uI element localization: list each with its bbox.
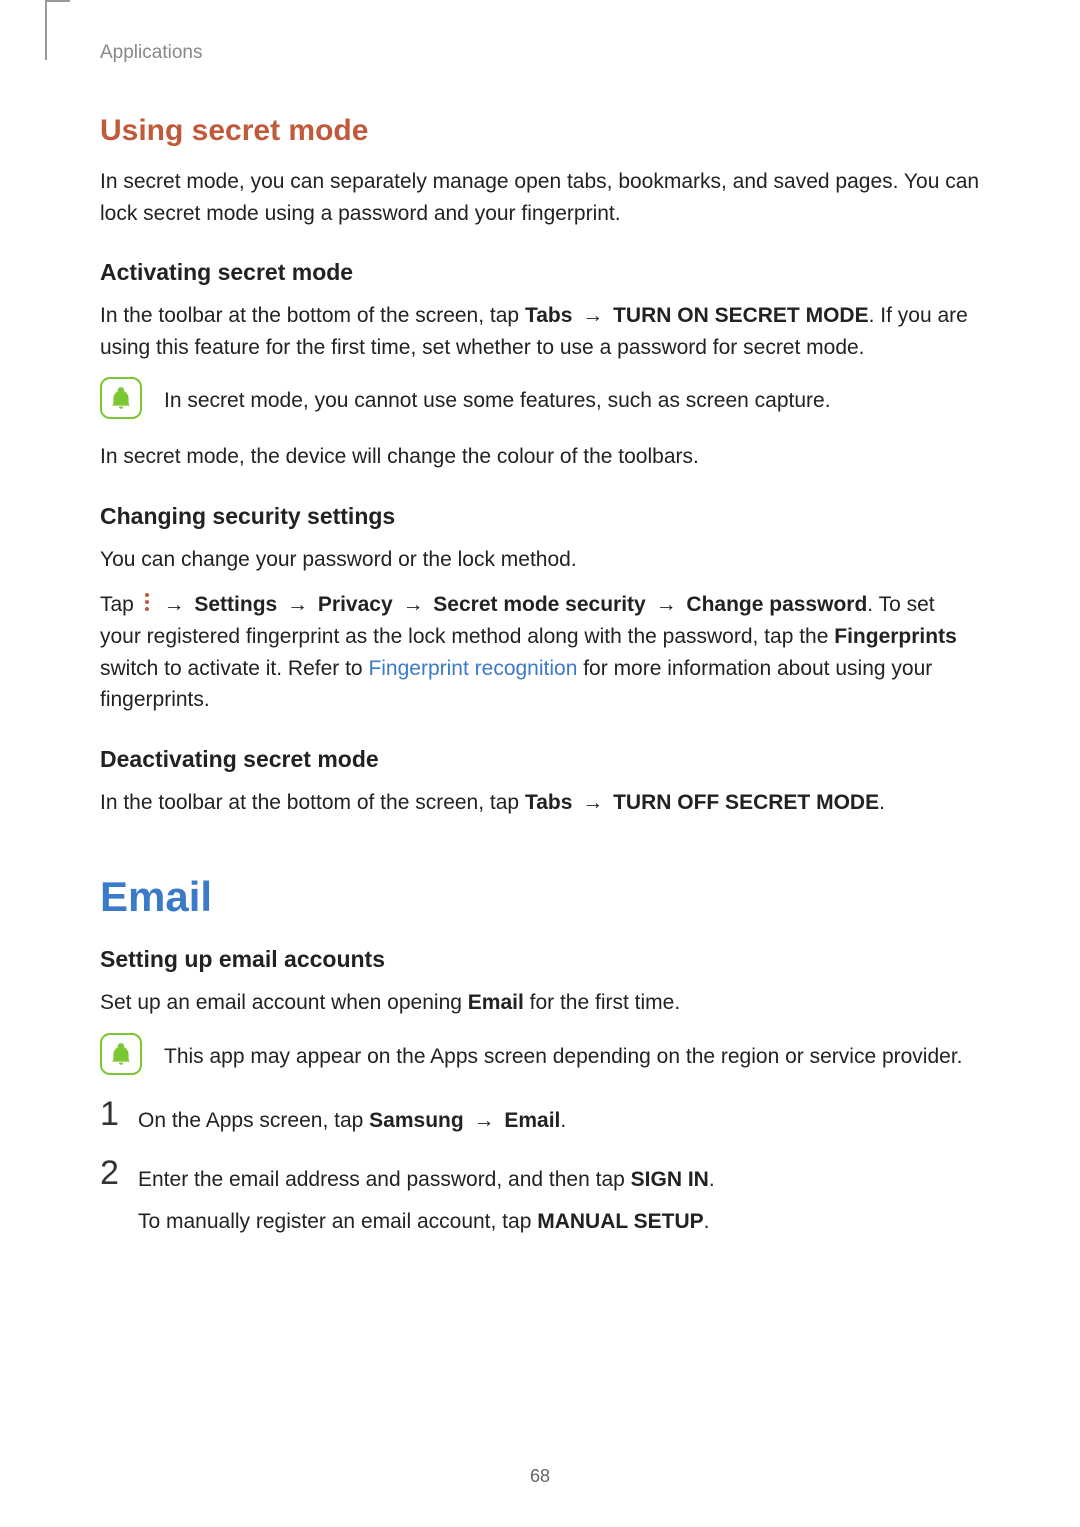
text: Enter the email address and password, an…	[138, 1168, 631, 1191]
arrow-icon: →	[397, 593, 430, 616]
cp-label: Change password	[686, 593, 867, 616]
text: On the Apps screen, tap	[138, 1109, 369, 1132]
heading-changing-security: Changing security settings	[100, 503, 980, 530]
text: .	[879, 791, 885, 814]
email-label: Email	[504, 1109, 560, 1132]
text: for the first time.	[524, 991, 680, 1014]
arrow-icon: →	[650, 593, 683, 616]
step-content: On the Apps screen, tap Samsung → Email.	[138, 1097, 566, 1137]
heading-activating-secret-mode: Activating secret mode	[100, 259, 980, 286]
bell-icon	[108, 385, 134, 411]
arrow-icon: →	[158, 593, 191, 616]
step-number: 2	[100, 1156, 138, 1190]
email-bold: Email	[468, 991, 524, 1014]
activating-text: In the toolbar at the bottom of the scre…	[100, 300, 980, 363]
fingerprint-recognition-link[interactable]: Fingerprint recognition	[368, 657, 577, 680]
header-section-label: Applications	[100, 42, 980, 64]
text: .	[709, 1168, 715, 1191]
deactivating-text: In the toolbar at the bottom of the scre…	[100, 787, 980, 819]
changing-intro: You can change your password or the lock…	[100, 544, 980, 576]
arrow-icon: →	[468, 1109, 501, 1132]
text: In the toolbar at the bottom of the scre…	[100, 791, 525, 814]
privacy-label: Privacy	[318, 593, 393, 616]
email-setup-intro: Set up an email account when opening Ema…	[100, 987, 980, 1019]
text: .	[560, 1109, 566, 1132]
step-1: 1 On the Apps screen, tap Samsung → Emai…	[100, 1097, 980, 1137]
more-options-icon	[143, 590, 151, 622]
tabs-label: Tabs	[525, 791, 572, 814]
heading-setting-up-email: Setting up email accounts	[100, 946, 980, 973]
bell-icon	[108, 1041, 134, 1067]
note-activating: In secret mode, you cannot use some feat…	[100, 377, 980, 419]
step-content: Enter the email address and password, an…	[138, 1156, 715, 1237]
action-label: TURN ON SECRET MODE	[613, 304, 869, 327]
text: Tap	[100, 593, 140, 616]
fingerprints-label: Fingerprints	[834, 625, 957, 648]
arrow-icon: →	[281, 593, 314, 616]
text: .	[704, 1210, 710, 1233]
manual-label: MANUAL SETUP	[537, 1210, 703, 1233]
settings-label: Settings	[194, 593, 277, 616]
page-number: 68	[0, 1466, 1080, 1487]
tabs-label: Tabs	[525, 304, 572, 327]
page-corner-mark	[45, 0, 47, 60]
note-bell-icon	[100, 1033, 142, 1075]
text: In the toolbar at the bottom of the scre…	[100, 304, 525, 327]
text: Set up an email account when opening	[100, 991, 468, 1014]
secret-mode-intro: In secret mode, you can separately manag…	[100, 166, 980, 229]
signin-label: SIGN IN	[631, 1168, 709, 1191]
heading-using-secret-mode: Using secret mode	[100, 114, 980, 148]
activating-after-note: In secret mode, the device will change t…	[100, 441, 980, 473]
text: switch to activate it. Refer to	[100, 657, 368, 680]
step-2: 2 Enter the email address and password, …	[100, 1156, 980, 1237]
arrow-icon: →	[576, 791, 609, 814]
text: To manually register an email account, t…	[138, 1210, 537, 1233]
note-text: In secret mode, you cannot use some feat…	[164, 377, 831, 417]
note-text: This app may appear on the Apps screen d…	[164, 1033, 963, 1073]
sms-label: Secret mode security	[433, 593, 645, 616]
note-bell-icon	[100, 377, 142, 419]
samsung-label: Samsung	[369, 1109, 464, 1132]
action-label: TURN OFF SECRET MODE	[613, 791, 879, 814]
step-number: 1	[100, 1097, 138, 1131]
changing-steps: Tap → Settings → Privacy → Secret mode s…	[100, 589, 980, 716]
note-email: This app may appear on the Apps screen d…	[100, 1033, 980, 1075]
arrow-icon: →	[576, 304, 609, 327]
heading-deactivating-secret-mode: Deactivating secret mode	[100, 746, 980, 773]
heading-email: Email	[100, 873, 980, 921]
